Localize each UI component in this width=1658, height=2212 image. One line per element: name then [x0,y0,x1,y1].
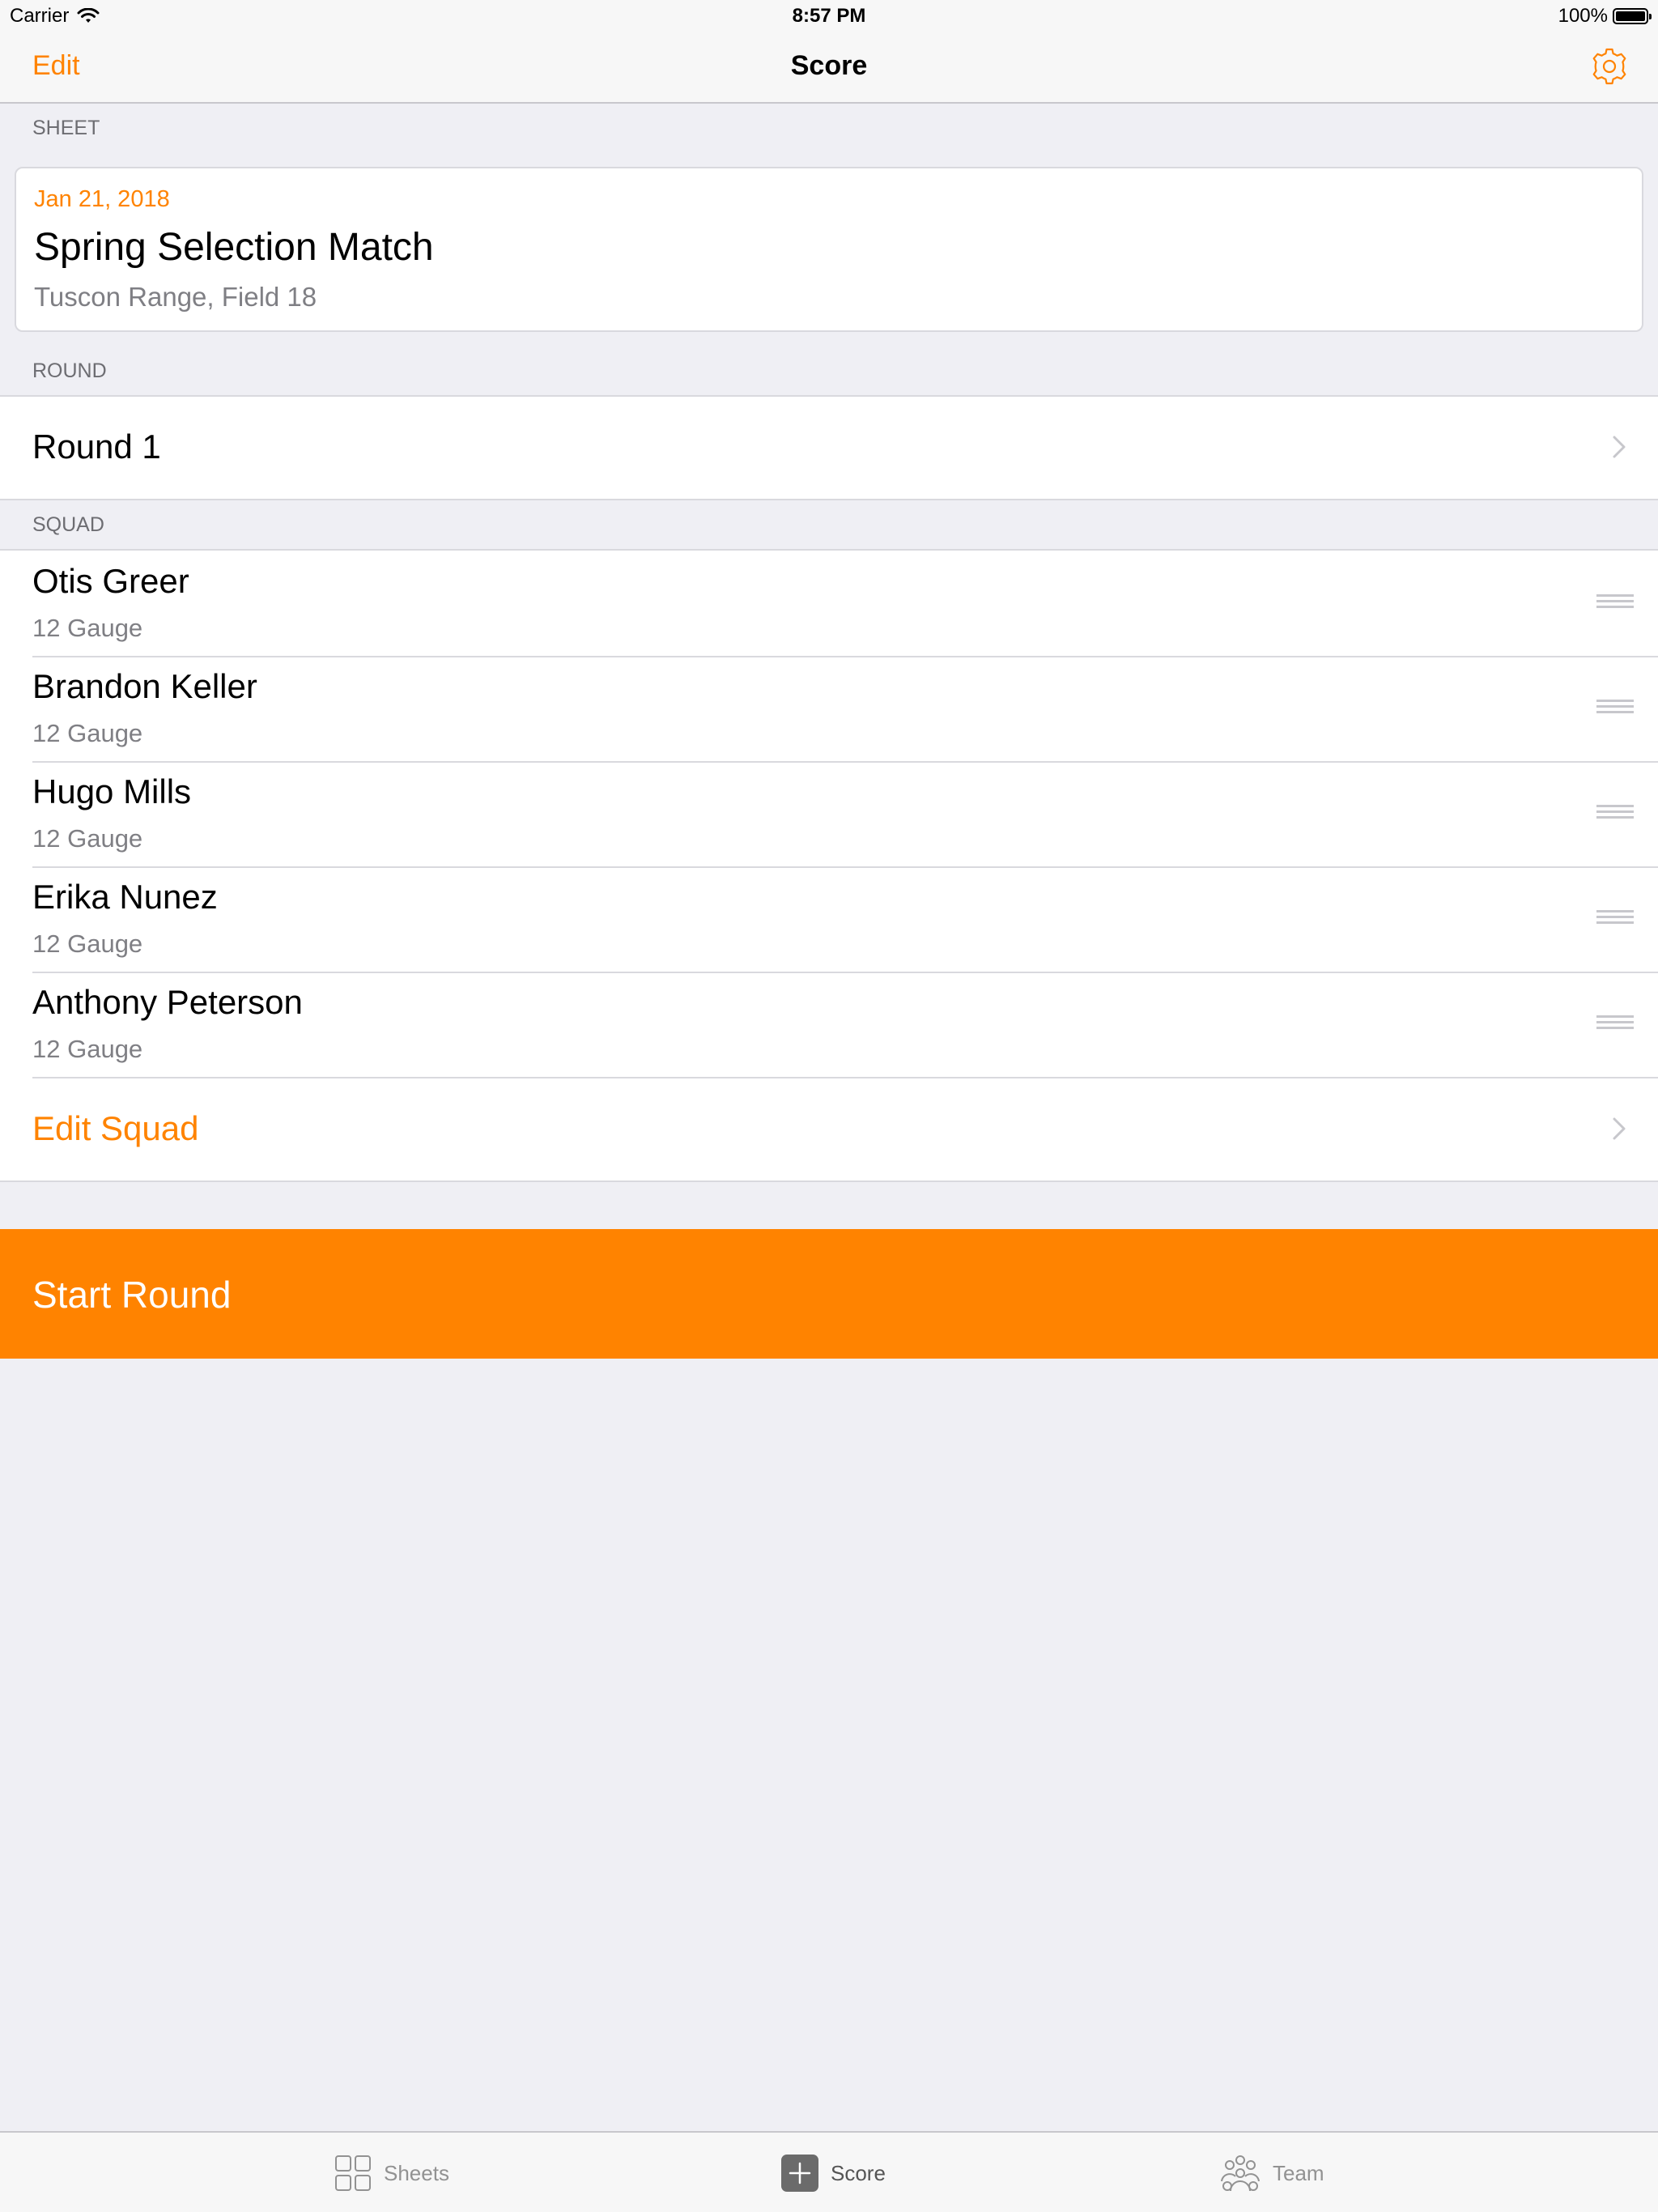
team-icon [1221,2155,1260,2192]
tab-score[interactable]: Score [780,2154,886,2193]
reorder-handle-icon[interactable] [1596,805,1634,819]
member-name: Anthony Peterson [32,983,303,1021]
sheet-title: Spring Selection Match [34,226,434,269]
tab-bar: Sheets Score Team [0,2131,1658,2212]
member-name: Otis Greer [32,562,189,600]
squad-member-row[interactable]: Erika Nunez 12 Gauge [0,866,1658,972]
sheet-date: Jan 21, 2018 [34,186,170,212]
member-gauge: 12 Gauge [32,719,143,747]
start-round-label: Start Round [32,1274,232,1316]
member-name: Brandon Keller [32,667,257,705]
member-gauge: 12 Gauge [32,614,143,642]
status-battery-group: 100% [1558,5,1652,28]
squad-member-row[interactable]: Otis Greer 12 Gauge [0,551,1658,656]
battery-icon [1613,8,1652,24]
reorder-handle-icon[interactable] [1596,910,1634,925]
sheet-location: Tuscon Range, Field 18 [34,282,317,312]
chevron-right-icon [1613,436,1626,458]
tab-sheets[interactable]: Sheets [334,2154,449,2193]
tab-score-label: Score [831,2160,886,2185]
section-header-round: ROUND [32,359,107,382]
reorder-handle-icon[interactable] [1596,1015,1634,1030]
reorder-handle-icon[interactable] [1596,700,1634,714]
round-label: Round 1 [32,428,161,466]
member-name: Hugo Mills [32,772,192,810]
member-gauge: 12 Gauge [32,824,143,853]
round-group: Round 1 [0,395,1658,500]
member-gauge: 12 Gauge [32,1035,143,1063]
squad-group: Otis Greer 12 Gauge Brandon Keller 12 Ga… [0,549,1658,1182]
navigation-bar: Edit Score [0,32,1658,104]
squad-member-row[interactable]: Brandon Keller 12 Gauge [0,656,1658,761]
tab-team[interactable]: Team [1219,2154,1324,2193]
battery-percent: 100% [1558,5,1608,27]
tab-team-label: Team [1273,2160,1324,2185]
member-gauge: 12 Gauge [32,929,143,958]
edit-squad-row[interactable]: Edit Squad [0,1077,1658,1180]
plus-square-icon [781,2155,818,2192]
start-round-button[interactable]: Start Round [0,1229,1658,1359]
squad-member-row[interactable]: Anthony Peterson 12 Gauge [0,972,1658,1077]
reorder-handle-icon[interactable] [1596,594,1634,609]
score-screen: Carrier 8:57 PM 100% Edit Score SHEET Ja… [0,0,1658,2212]
edit-squad-label: Edit Squad [32,1109,199,1147]
page-title: Score [790,50,868,81]
status-time: 8:57 PM [792,5,866,27]
chevron-right-icon [1613,1117,1626,1140]
gear-icon[interactable] [1588,45,1630,87]
grid-icon [335,2155,371,2191]
section-header-sheet: SHEET [32,117,100,139]
round-row[interactable]: Round 1 [0,397,1658,499]
tab-sheets-label: Sheets [384,2160,449,2185]
status-bar: Carrier 8:57 PM 100% [0,0,1658,32]
sheet-card[interactable]: Jan 21, 2018 Spring Selection Match Tusc… [15,167,1643,332]
section-header-squad: SQUAD [32,513,104,536]
member-name: Erika Nunez [32,878,218,916]
squad-member-row[interactable]: Hugo Mills 12 Gauge [0,761,1658,866]
